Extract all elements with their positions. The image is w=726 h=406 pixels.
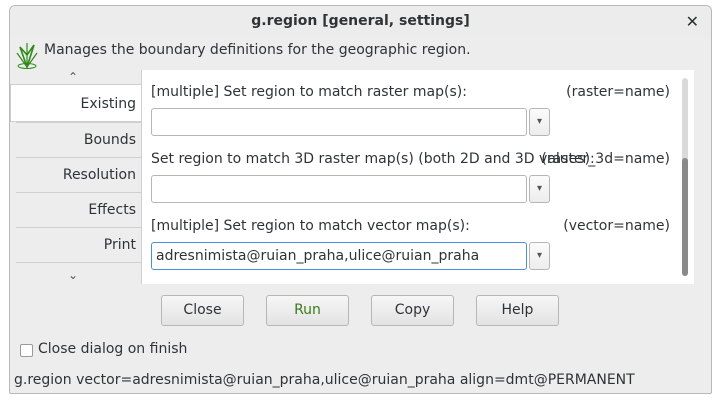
- tabs-scroll-down-icon[interactable]: ⌄: [68, 268, 78, 282]
- tab-list: Existing Bounds Resolution Effects Print: [10, 84, 142, 263]
- vector-input[interactable]: adresnimista@ruian_praha,ulice@ruian_pra…: [151, 242, 527, 270]
- panel-scrollbar[interactable]: [682, 78, 688, 276]
- vector-param-key: (vector=name): [563, 218, 670, 234]
- vector-dropdown-button[interactable]: ▾: [529, 242, 550, 270]
- raster-3d-dropdown-button[interactable]: ▾: [529, 175, 550, 203]
- command-statusbar: g.region vector=adresnimista@ruian_praha…: [14, 372, 635, 388]
- chevron-down-icon: ▾: [536, 250, 543, 261]
- module-description: Manages the boundary definitions for the…: [44, 42, 471, 58]
- vector-label: [multiple] Set region to match vector ma…: [151, 218, 470, 234]
- help-button[interactable]: Help: [476, 295, 559, 326]
- existing-tab-panel: [multiple] Set region to match raster ma…: [141, 70, 694, 284]
- run-button[interactable]: Run: [266, 295, 349, 326]
- tab-effects[interactable]: Effects: [16, 192, 142, 227]
- raster-label: [multiple] Set region to match raster ma…: [151, 84, 467, 100]
- raster-param-key: (raster=name): [566, 84, 670, 100]
- raster-3d-input[interactable]: [151, 175, 527, 203]
- close-window-icon[interactable]: ✕: [686, 12, 699, 31]
- raster-input[interactable]: [151, 108, 527, 136]
- window-title: g.region [general, settings]: [251, 13, 470, 29]
- title-bar: g.region [general, settings] ✕: [10, 6, 711, 38]
- tabs-scroll-up-icon[interactable]: ⌃: [68, 70, 78, 84]
- close-on-finish-checkbox[interactable]: [20, 344, 33, 357]
- raster-3d-param-key: (raster_3d=name): [541, 151, 670, 167]
- raster-3d-label: Set region to match 3D raster map(s) (bo…: [151, 151, 595, 167]
- chevron-down-icon: ▾: [536, 116, 543, 127]
- tab-resolution[interactable]: Resolution: [16, 157, 142, 192]
- dialog-window: g.region [general, settings] ✕ Manages t…: [9, 5, 712, 394]
- panel-scrollbar-thumb[interactable]: [682, 158, 688, 276]
- tab-print[interactable]: Print: [16, 227, 142, 262]
- tab-bounds[interactable]: Bounds: [16, 122, 142, 157]
- chevron-down-icon: ▾: [536, 183, 543, 194]
- raster-dropdown-button[interactable]: ▾: [529, 108, 550, 136]
- tab-existing[interactable]: Existing: [10, 84, 142, 122]
- grass-logo-icon: [16, 43, 38, 69]
- copy-button[interactable]: Copy: [371, 295, 454, 326]
- close-button[interactable]: Close: [161, 295, 244, 326]
- close-on-finish-label: Close dialog on finish: [38, 341, 188, 357]
